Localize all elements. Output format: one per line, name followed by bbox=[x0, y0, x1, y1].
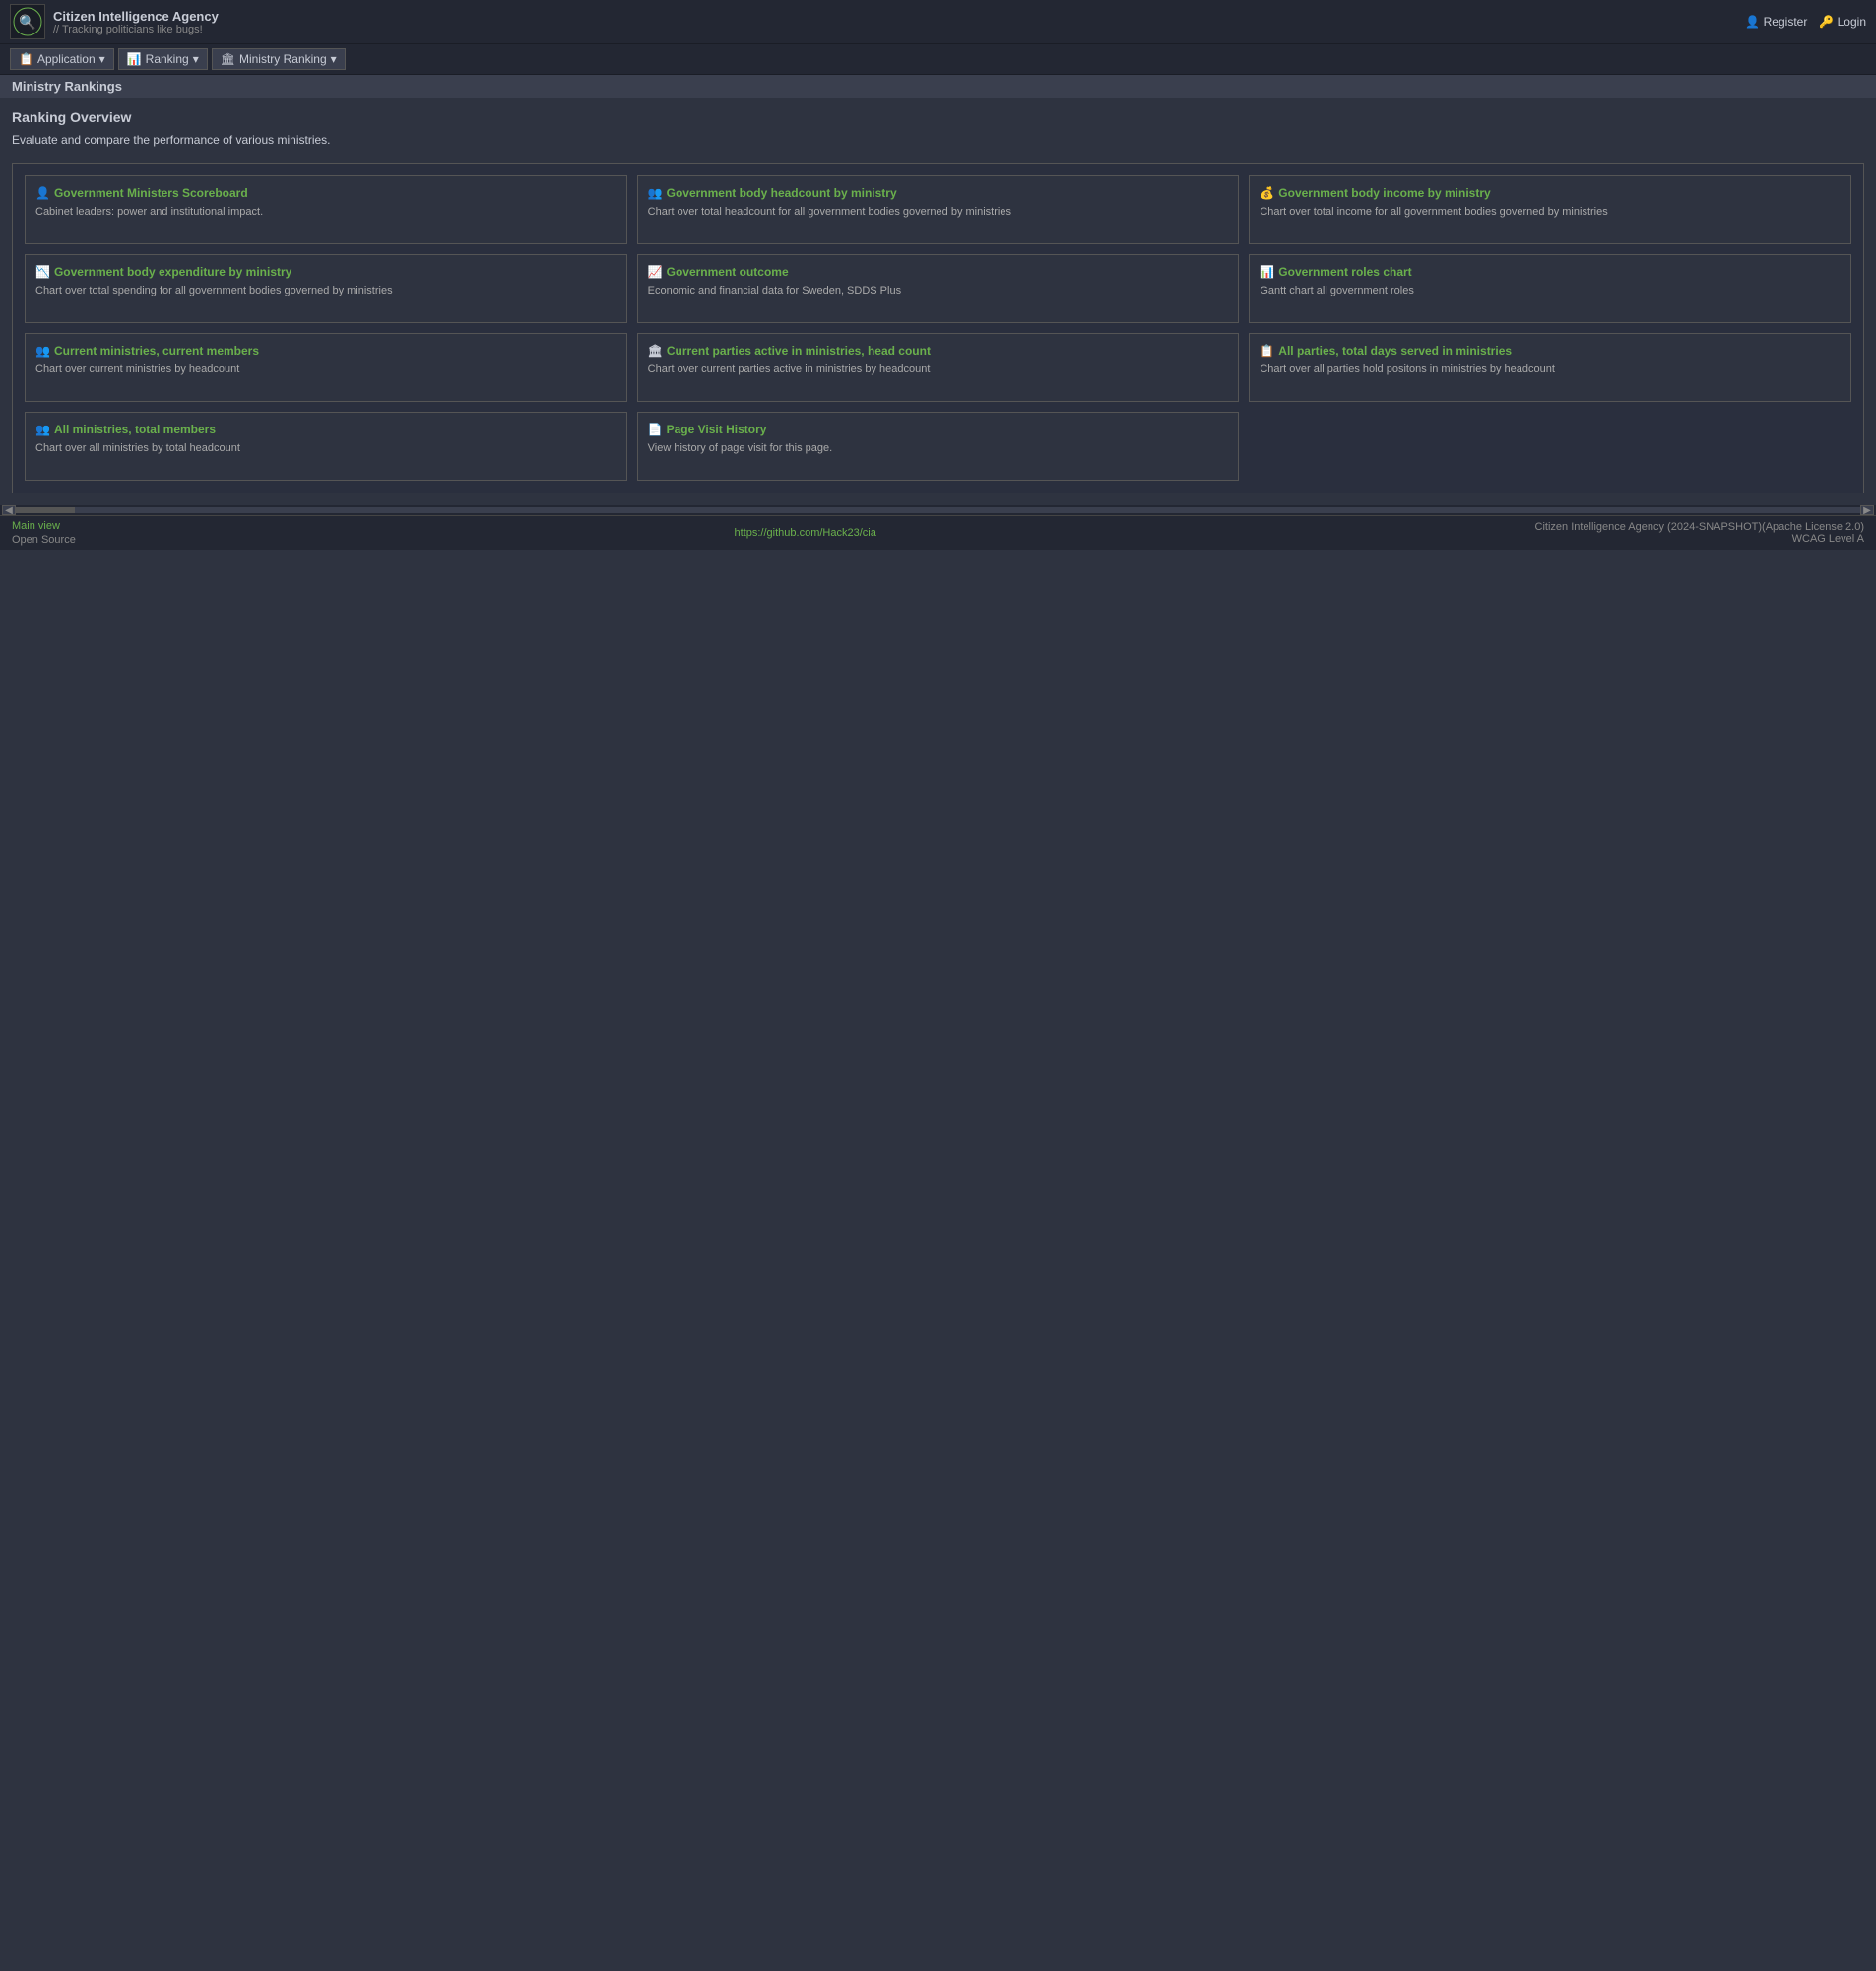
card-link-10[interactable]: Page Visit History bbox=[667, 423, 767, 436]
card-link-7[interactable]: Current parties active in ministries, he… bbox=[667, 344, 931, 358]
card-6: 👥 Current ministries, current members Ch… bbox=[25, 333, 627, 402]
card-title-7: 🏛 Current parties active in ministries, … bbox=[648, 344, 1229, 358]
card-title-3: 📉 Government body expenditure by ministr… bbox=[35, 265, 616, 279]
site-tagline: // Tracking politicians like bugs! bbox=[53, 24, 219, 35]
open-source-label: Open Source bbox=[12, 534, 76, 546]
page-header-bar: Ministry Rankings bbox=[0, 75, 1876, 98]
main-content: Ranking Overview Evaluate and compare th… bbox=[0, 98, 1876, 505]
site-logo: 🔍 bbox=[10, 4, 45, 39]
version-label: WCAG Level A bbox=[1792, 533, 1864, 545]
ranking-nav-btn[interactable]: 📊 Ranking ▾ bbox=[118, 48, 208, 70]
card-title-6: 👥 Current ministries, current members bbox=[35, 344, 616, 358]
card-link-0[interactable]: Government Ministers Scoreboard bbox=[54, 186, 248, 200]
card-description-2: Chart over total income for all governme… bbox=[1260, 206, 1841, 218]
card-title-1: 👥 Government body headcount by ministry bbox=[648, 186, 1229, 200]
card-description-10: View history of page visit for this page… bbox=[648, 442, 1229, 454]
footer-center: https://github.com/Hack23/cia bbox=[735, 527, 876, 539]
card-9: 👥 All ministries, total members Chart ov… bbox=[25, 412, 627, 481]
card-0: 👤 Government Ministers Scoreboard Cabine… bbox=[25, 175, 627, 244]
breadcrumb: Ministry Rankings bbox=[12, 79, 122, 94]
page-description: Evaluate and compare the performance of … bbox=[12, 133, 1864, 147]
footer-right: Citizen Intelligence Agency (2024-SNAPSH… bbox=[1535, 521, 1864, 545]
card-link-9[interactable]: All ministries, total members bbox=[54, 423, 216, 436]
card-icon-3: 📉 bbox=[35, 265, 50, 279]
card-description-4: Economic and financial data for Sweden, … bbox=[648, 285, 1229, 296]
card-empty-0 bbox=[1249, 412, 1851, 481]
scrollbar-thumb[interactable] bbox=[16, 507, 75, 513]
site-name: Citizen Intelligence Agency bbox=[53, 9, 219, 24]
card-title-2: 💰 Government body income by ministry bbox=[1260, 186, 1841, 200]
card-description-6: Chart over current ministries by headcou… bbox=[35, 363, 616, 375]
header-auth-area: 👤 Register 🔑 Login bbox=[1745, 15, 1866, 29]
card-title-0: 👤 Government Ministers Scoreboard bbox=[35, 186, 616, 200]
main-view-link[interactable]: Main view bbox=[12, 520, 76, 532]
card-icon-1: 👥 bbox=[648, 186, 663, 200]
card-icon-9: 👥 bbox=[35, 423, 50, 436]
card-description-5: Gantt chart all government roles bbox=[1260, 285, 1841, 296]
ministry-nav-icon: 🏛 bbox=[221, 52, 235, 66]
scroll-right-btn[interactable]: ▶ bbox=[1860, 505, 1874, 515]
card-description-0: Cabinet leaders: power and institutional… bbox=[35, 206, 616, 218]
card-icon-10: 📄 bbox=[648, 423, 663, 436]
card-icon-0: 👤 bbox=[35, 186, 50, 200]
ministry-ranking-nav-btn[interactable]: 🏛 Ministry Ranking ▾ bbox=[212, 48, 346, 70]
card-title-5: 📊 Government roles chart bbox=[1260, 265, 1841, 279]
card-link-1[interactable]: Government body headcount by ministry bbox=[667, 186, 897, 200]
card-3: 📉 Government body expenditure by ministr… bbox=[25, 254, 627, 323]
register-link[interactable]: 👤 Register bbox=[1745, 15, 1807, 29]
footer-left: Main view Open Source bbox=[12, 520, 76, 546]
app-nav-chevron: ▾ bbox=[99, 52, 105, 66]
card-title-4: 📈 Government outcome bbox=[648, 265, 1229, 279]
logo-area: 🔍 Citizen Intelligence Agency // Trackin… bbox=[10, 4, 219, 39]
application-nav-btn[interactable]: 📋 Application ▾ bbox=[10, 48, 114, 70]
cards-grid: 👤 Government Ministers Scoreboard Cabine… bbox=[12, 163, 1864, 493]
card-7: 🏛 Current parties active in ministries, … bbox=[637, 333, 1240, 402]
card-2: 💰 Government body income by ministry Cha… bbox=[1249, 175, 1851, 244]
site-footer: Main view Open Source https://github.com… bbox=[0, 515, 1876, 550]
card-link-5[interactable]: Government roles chart bbox=[1278, 265, 1411, 279]
scroll-left-btn[interactable]: ◀ bbox=[2, 505, 16, 515]
card-description-1: Chart over total headcount for all gover… bbox=[648, 206, 1229, 218]
scrollbar-track[interactable] bbox=[16, 507, 1860, 513]
svg-text:🔍: 🔍 bbox=[19, 13, 35, 31]
site-header: 🔍 Citizen Intelligence Agency // Trackin… bbox=[0, 0, 1876, 44]
card-1: 👥 Government body headcount by ministry … bbox=[637, 175, 1240, 244]
copyright-label: Citizen Intelligence Agency (2024-SNAPSH… bbox=[1535, 521, 1864, 533]
site-title-area: Citizen Intelligence Agency // Tracking … bbox=[53, 9, 219, 35]
card-title-9: 👥 All ministries, total members bbox=[35, 423, 616, 436]
card-5: 📊 Government roles chart Gantt chart all… bbox=[1249, 254, 1851, 323]
card-icon-4: 📈 bbox=[648, 265, 663, 279]
card-description-3: Chart over total spending for all govern… bbox=[35, 285, 616, 296]
card-icon-5: 📊 bbox=[1260, 265, 1274, 279]
login-link[interactable]: 🔑 Login bbox=[1819, 15, 1866, 29]
card-description-8: Chart over all parties hold positons in … bbox=[1260, 363, 1841, 375]
card-title-10: 📄 Page Visit History bbox=[648, 423, 1229, 436]
card-icon-8: 📋 bbox=[1260, 344, 1274, 358]
card-8: 📋 All parties, total days served in mini… bbox=[1249, 333, 1851, 402]
card-link-2[interactable]: Government body income by ministry bbox=[1278, 186, 1490, 200]
card-icon-6: 👥 bbox=[35, 344, 50, 358]
ranking-nav-icon: 📊 bbox=[127, 52, 142, 66]
card-link-6[interactable]: Current ministries, current members bbox=[54, 344, 259, 358]
login-icon: 🔑 bbox=[1819, 15, 1834, 29]
card-description-9: Chart over all ministries by total headc… bbox=[35, 442, 616, 454]
github-link[interactable]: https://github.com/Hack23/cia bbox=[735, 527, 876, 539]
card-4: 📈 Government outcome Economic and financ… bbox=[637, 254, 1240, 323]
ministry-nav-chevron: ▾ bbox=[331, 52, 337, 66]
card-icon-2: 💰 bbox=[1260, 186, 1274, 200]
card-title-8: 📋 All parties, total days served in mini… bbox=[1260, 344, 1841, 358]
horizontal-scrollbar[interactable]: ◀ ▶ bbox=[0, 505, 1876, 515]
card-icon-7: 🏛 bbox=[648, 344, 663, 358]
navbar: 📋 Application ▾ 📊 Ranking ▾ 🏛 Ministry R… bbox=[0, 44, 1876, 75]
card-description-7: Chart over current parties active in min… bbox=[648, 363, 1229, 375]
page-title: Ranking Overview bbox=[12, 109, 1864, 125]
ranking-nav-chevron: ▾ bbox=[193, 52, 199, 66]
card-link-8[interactable]: All parties, total days served in minist… bbox=[1278, 344, 1512, 358]
register-icon: 👤 bbox=[1745, 15, 1760, 29]
card-link-4[interactable]: Government outcome bbox=[667, 265, 789, 279]
card-10: 📄 Page Visit History View history of pag… bbox=[637, 412, 1240, 481]
app-nav-icon: 📋 bbox=[19, 52, 33, 66]
card-link-3[interactable]: Government body expenditure by ministry bbox=[54, 265, 291, 279]
